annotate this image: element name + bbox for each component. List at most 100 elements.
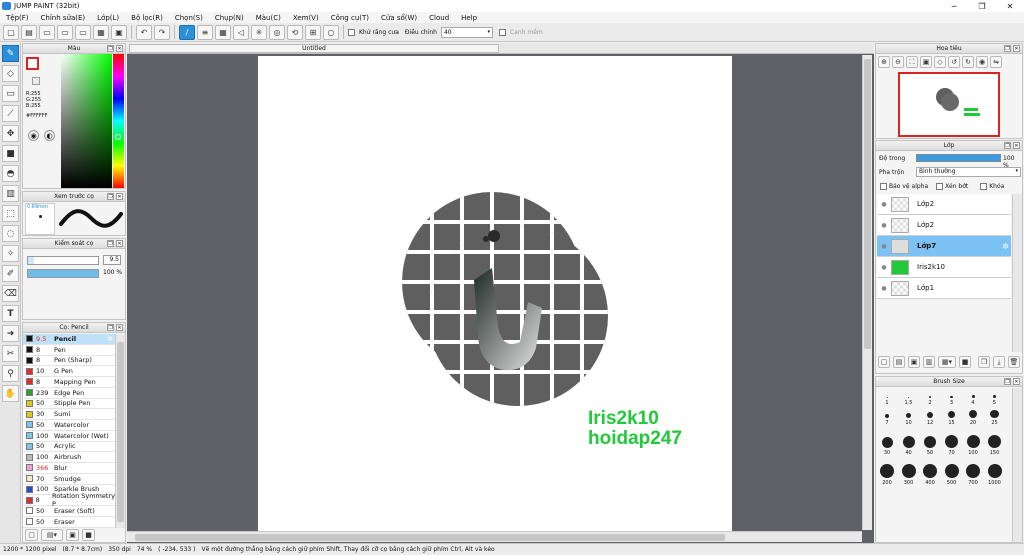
brush-size-option[interactable]: 7 bbox=[878, 410, 896, 426]
navigator-preview[interactable] bbox=[898, 72, 1000, 137]
menu-window[interactable]: Cửa sổ(W) bbox=[375, 14, 423, 22]
snap-off-icon[interactable]: / bbox=[179, 24, 195, 40]
brush-size-scrollbar[interactable] bbox=[1012, 388, 1022, 542]
brush-item[interactable]: 239 Edge Pen bbox=[23, 387, 115, 399]
brush-size-option[interactable]: 300 bbox=[900, 460, 918, 486]
brush-size-option[interactable]: 20 bbox=[964, 410, 982, 426]
actual-size-icon[interactable]: ▣ bbox=[920, 56, 932, 68]
rotate-right-icon[interactable]: ↻ bbox=[962, 56, 974, 68]
brush-size-option[interactable]: 500 bbox=[943, 460, 961, 486]
fit-window-icon[interactable]: ⛶ bbox=[906, 56, 918, 68]
new-brush-icon[interactable]: ▢ bbox=[25, 529, 38, 541]
correction-select[interactable]: 40 ▾ bbox=[440, 26, 493, 38]
eye-icon[interactable]: ● bbox=[877, 264, 891, 271]
background-color-swatch[interactable] bbox=[32, 77, 40, 85]
magic-wand-tool-icon[interactable]: ✧ bbox=[2, 245, 19, 262]
antialias-checkbox[interactable] bbox=[348, 28, 355, 36]
brush-size-option[interactable]: 70 bbox=[943, 430, 961, 456]
brush-opacity-slider[interactable] bbox=[27, 269, 99, 278]
eye-icon[interactable]: ● bbox=[877, 201, 891, 208]
brush-size-option[interactable]: 150 bbox=[986, 430, 1004, 456]
divide-tool-icon[interactable]: ✂ bbox=[2, 345, 19, 362]
menu-edit[interactable]: Chỉnh sửa(E) bbox=[35, 14, 92, 22]
brush-item[interactable]: 50 Acrylic bbox=[23, 441, 115, 453]
redo-icon[interactable]: ↷ bbox=[154, 24, 170, 40]
menu-tools[interactable]: Công cụ(T) bbox=[325, 14, 375, 22]
menu-select[interactable]: Chọn(S) bbox=[169, 14, 209, 22]
snap-crisscross-icon[interactable]: ◁ bbox=[233, 24, 249, 40]
protect-alpha-checkbox[interactable] bbox=[880, 183, 887, 190]
saturation-value-picker[interactable] bbox=[61, 54, 112, 188]
document-tab[interactable]: Untitled bbox=[129, 44, 499, 53]
new-layer-icon[interactable]: ▢ bbox=[878, 356, 890, 368]
brush-item[interactable]: 8 Pen (Sharp) bbox=[23, 355, 115, 367]
brush-size-option[interactable]: 700 bbox=[964, 460, 982, 486]
layer-opacity-slider[interactable] bbox=[916, 154, 1001, 162]
gear-icon[interactable]: ✲ bbox=[107, 335, 113, 343]
panel-close-icon[interactable]: ✕ bbox=[116, 240, 123, 247]
export-icon[interactable]: ▦ bbox=[93, 24, 109, 40]
snap-parallel-icon[interactable]: ≡ bbox=[197, 24, 213, 40]
new-halftone-layer-icon[interactable]: ▤ bbox=[893, 356, 905, 368]
brush-size-option[interactable]: 1000 bbox=[986, 460, 1004, 486]
zoom-reset-icon[interactable]: ◇ bbox=[934, 56, 946, 68]
panel-float-icon[interactable]: ❐ bbox=[107, 45, 114, 52]
brush-item[interactable]: 70 Smudge bbox=[23, 473, 115, 485]
brush-item[interactable]: 10 G Pen bbox=[23, 366, 115, 377]
panel-float-icon[interactable]: ❐ bbox=[1004, 142, 1011, 149]
minimize-button[interactable]: ─ bbox=[940, 0, 968, 12]
foreground-color-swatch[interactable] bbox=[26, 57, 39, 70]
select-lasso-tool-icon[interactable]: ◌ bbox=[2, 225, 19, 242]
snap-grid-icon[interactable]: ▦ bbox=[215, 24, 231, 40]
brush-size-option[interactable]: 4 bbox=[964, 390, 982, 406]
save-icon[interactable]: ▣ bbox=[111, 24, 127, 40]
brush-item[interactable]: 8 Mapping Pen bbox=[23, 377, 115, 388]
snap-curve-icon[interactable]: ⟲ bbox=[287, 24, 303, 40]
open-file-icon[interactable]: ▤ bbox=[21, 24, 37, 40]
panel-close-icon[interactable]: ✕ bbox=[1013, 378, 1020, 385]
hue-slider[interactable] bbox=[113, 54, 124, 188]
eyedrop-color-icon[interactable]: ◐ bbox=[44, 130, 55, 141]
snap-vanishing-icon[interactable]: ✳ bbox=[251, 24, 267, 40]
blend-mode-select[interactable]: Bình thường ▾ bbox=[916, 167, 1021, 177]
layer-folder-icon[interactable]: ■ bbox=[959, 356, 971, 368]
brush-menu-icon[interactable]: ▤▾ bbox=[41, 529, 63, 541]
menu-capture[interactable]: Chụp(N) bbox=[209, 14, 250, 22]
brush-size-option[interactable]: 200 bbox=[878, 460, 896, 486]
panel-close-icon[interactable]: ✕ bbox=[116, 45, 123, 52]
comment-icon[interactable]: ▭ bbox=[57, 24, 73, 40]
layer-row[interactable]: ● Lớp1 bbox=[877, 278, 1011, 299]
pen-tool-icon[interactable]: ✎ bbox=[2, 45, 19, 62]
brush-size-option[interactable]: 100 bbox=[964, 430, 982, 456]
menu-filter[interactable]: Bộ lọc(R) bbox=[125, 14, 169, 22]
undo-icon[interactable]: ↶ bbox=[136, 24, 152, 40]
clipping-checkbox[interactable] bbox=[936, 183, 944, 190]
select-tool-icon[interactable]: ▭ bbox=[2, 85, 19, 102]
brush-item[interactable]: 50 Eraser bbox=[23, 516, 115, 528]
brush-item[interactable]: 50 Stipple Pen bbox=[23, 398, 115, 410]
eyedropper-tool-icon[interactable]: ⚲ bbox=[2, 365, 19, 382]
panel-close-icon[interactable]: ✕ bbox=[1013, 45, 1020, 52]
brush-size-option[interactable]: 5 bbox=[986, 390, 1004, 406]
zoom-out-icon[interactable]: ⊖ bbox=[892, 56, 904, 68]
hue-handle[interactable] bbox=[115, 134, 121, 140]
panel-close-icon[interactable]: ✕ bbox=[1013, 142, 1020, 149]
panel-float-icon[interactable]: ❐ bbox=[107, 240, 114, 247]
brush-size-option[interactable]: 12 bbox=[921, 410, 939, 426]
canvas-horizontal-scrollbar[interactable] bbox=[127, 531, 862, 542]
snap-setting-icon[interactable]: ⊞ bbox=[305, 24, 321, 40]
bucket-tool-icon[interactable]: ◓ bbox=[2, 165, 19, 182]
operation-tool-icon[interactable]: ➜ bbox=[2, 325, 19, 342]
select-eraser-tool-icon[interactable]: ⌫ bbox=[2, 285, 19, 302]
brush-item[interactable]: 30 Sumi bbox=[23, 409, 115, 420]
duplicate-layer-icon[interactable]: ❐ bbox=[978, 356, 990, 368]
new-file-icon[interactable]: ▢ bbox=[3, 24, 19, 40]
brush-item[interactable]: 50 Watercolor bbox=[23, 420, 115, 431]
zoom-in-icon[interactable]: ⊕ bbox=[878, 56, 890, 68]
brush-size-option[interactable]: 15 bbox=[943, 410, 961, 426]
eye-icon[interactable]: ● bbox=[877, 285, 891, 292]
select-rect-tool-icon[interactable]: ⬚ bbox=[2, 205, 19, 222]
brush-size-option[interactable]: 40 bbox=[900, 430, 918, 456]
snap-circle2-icon[interactable]: ○ bbox=[323, 24, 339, 40]
canvas-vertical-scrollbar[interactable] bbox=[862, 55, 872, 530]
